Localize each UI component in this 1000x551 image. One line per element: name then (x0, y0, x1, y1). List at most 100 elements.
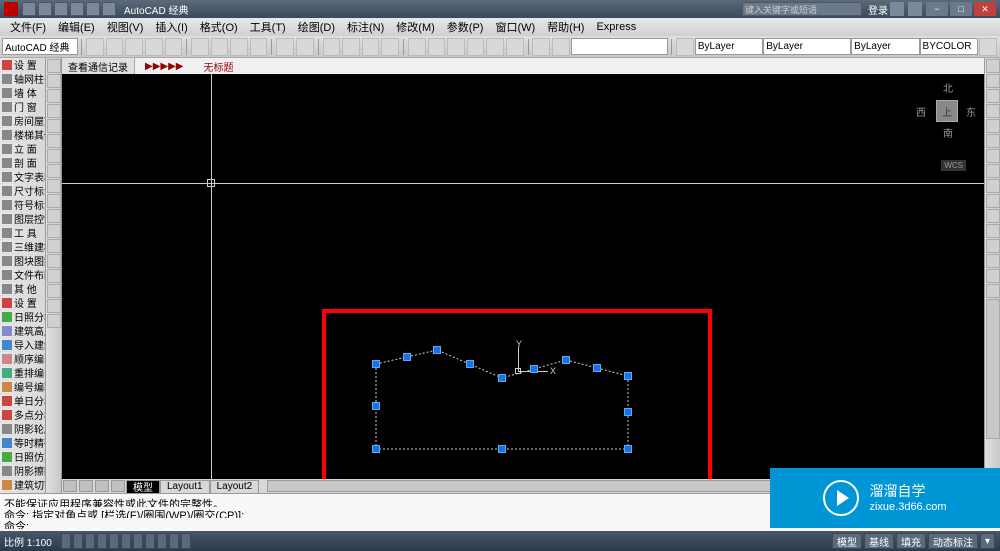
scale-readout[interactable]: 比例 1:100 (4, 534, 52, 549)
menu-file[interactable]: 文件(F) (4, 19, 52, 35)
more-button[interactable] (979, 38, 997, 56)
workspace-combo[interactable]: AutoCAD 经典 (2, 38, 78, 55)
palette-item[interactable]: 图块图案 (0, 254, 45, 268)
scale-tool[interactable] (986, 164, 1000, 178)
open-button[interactable] (106, 38, 124, 56)
color-button[interactable] (676, 38, 694, 56)
tab-first-button[interactable] (63, 480, 77, 492)
baseline-button[interactable]: 基线 (864, 533, 894, 549)
polygon-tool[interactable] (47, 104, 61, 118)
status-option[interactable]: ▾ (980, 533, 995, 549)
layout1-tab[interactable]: Layout1 (160, 480, 210, 493)
menu-view[interactable]: 视图(V) (101, 19, 150, 35)
menu-draw[interactable]: 绘图(D) (292, 19, 341, 35)
qat-print-icon[interactable] (102, 2, 116, 16)
polyline-grip[interactable] (433, 346, 441, 354)
qat-undo-icon[interactable] (70, 2, 84, 16)
viewcube[interactable]: 北 东 南 西 上 (916, 80, 976, 140)
props-button[interactable] (408, 38, 426, 56)
file-tab[interactable]: ▶▶▶▶▶ (135, 58, 193, 74)
move-tool[interactable] (986, 134, 1000, 148)
layer-prev-button[interactable] (552, 38, 570, 56)
palette-item[interactable]: 导入建筑 (0, 338, 45, 352)
calc-button[interactable] (506, 38, 524, 56)
pan-button[interactable] (323, 38, 341, 56)
qat-redo-icon[interactable] (86, 2, 100, 16)
maximize-button[interactable]: □ (950, 2, 972, 16)
palette-item[interactable]: 日照仿真 (0, 450, 45, 464)
menu-help[interactable]: 帮助(H) (541, 19, 590, 35)
ducs-toggle[interactable] (133, 533, 143, 549)
viewcube-east[interactable]: 东 (966, 104, 976, 119)
trim-tool[interactable] (986, 194, 1000, 208)
spline-tool[interactable] (47, 179, 61, 193)
tab-next-button[interactable] (95, 480, 109, 492)
palette-item[interactable]: 尺寸标注 (0, 184, 45, 198)
polyline-grip[interactable] (372, 360, 380, 368)
palette-item[interactable]: 重排编号 (0, 366, 45, 380)
palette-item[interactable]: 编号编辑 (0, 380, 45, 394)
qp-toggle[interactable] (169, 533, 179, 549)
osnap-toggle[interactable] (109, 533, 119, 549)
paste-button[interactable] (230, 38, 248, 56)
polyline-grip[interactable] (624, 408, 632, 416)
ellipse-tool[interactable] (47, 194, 61, 208)
snap-toggle[interactable] (61, 533, 71, 549)
menu-param[interactable]: 参数(P) (441, 19, 490, 35)
line-tool[interactable] (47, 59, 61, 73)
offset-tool[interactable] (986, 104, 1000, 118)
menu-window[interactable]: 窗口(W) (489, 19, 541, 35)
palette-item[interactable]: 日照分析 (0, 310, 45, 324)
layout2-tab[interactable]: Layout2 (210, 480, 260, 493)
menu-dim[interactable]: 标注(N) (341, 19, 390, 35)
markup-button[interactable] (486, 38, 504, 56)
model-button[interactable]: 模型 (832, 533, 862, 549)
palette-item[interactable]: 图层控制 (0, 212, 45, 226)
copy-button[interactable] (211, 38, 229, 56)
comm-label[interactable]: 查看通信记录 (62, 58, 135, 74)
palette-item[interactable]: 阴影擦除 (0, 464, 45, 478)
polyline-grip[interactable] (624, 445, 632, 453)
dc-button[interactable] (428, 38, 446, 56)
new-button[interactable] (86, 38, 104, 56)
palette-item[interactable]: 其 他 (0, 282, 45, 296)
zoom-prev-button[interactable] (381, 38, 399, 56)
palette-item[interactable]: 三维建模 (0, 240, 45, 254)
polyline-grip[interactable] (562, 356, 570, 364)
login-link[interactable]: 登录 (868, 2, 888, 17)
tab-prev-button[interactable] (79, 480, 93, 492)
lineweight-combo[interactable]: ByLayer (851, 38, 919, 55)
palette-item[interactable]: 顺序编号 (0, 352, 45, 366)
palette-item[interactable]: 等时精确 (0, 436, 45, 450)
polyline-grip[interactable] (372, 402, 380, 410)
polyline-grip[interactable] (372, 445, 380, 453)
palette-item[interactable]: 门 窗 (0, 100, 45, 114)
block-tool[interactable] (47, 224, 61, 238)
polyline-grip[interactable] (403, 353, 411, 361)
polyline-grip[interactable] (530, 365, 538, 373)
polyline-grip[interactable] (498, 445, 506, 453)
arc-tool[interactable] (47, 134, 61, 148)
polyline-grip[interactable] (466, 360, 474, 368)
extend-tool[interactable] (986, 209, 1000, 223)
fillet-tool[interactable] (986, 269, 1000, 283)
sheet-button[interactable] (467, 38, 485, 56)
gradient-tool[interactable] (47, 269, 61, 283)
exchange-icon[interactable] (890, 2, 904, 16)
menu-modify[interactable]: 修改(M) (390, 19, 441, 35)
sc-toggle[interactable] (181, 533, 191, 549)
palette-item[interactable]: 建筑高度 (0, 324, 45, 338)
vscrollbar[interactable] (986, 299, 1000, 439)
viewcube-top[interactable]: 上 (936, 100, 958, 122)
stretch-tool[interactable] (986, 179, 1000, 193)
palette-item[interactable]: 设 置 (0, 296, 45, 310)
palette-item[interactable]: 单日分析 (0, 394, 45, 408)
undo-button[interactable] (276, 38, 294, 56)
polar-toggle[interactable] (97, 533, 107, 549)
join-tool[interactable] (986, 239, 1000, 253)
xline-tool[interactable] (47, 74, 61, 88)
copy-tool[interactable] (986, 74, 1000, 88)
search-input[interactable]: 键入关键字或短语 (742, 2, 862, 16)
text-tool[interactable] (47, 314, 61, 328)
canvas[interactable]: 北 东 南 西 上 WCS X Y (62, 74, 984, 479)
